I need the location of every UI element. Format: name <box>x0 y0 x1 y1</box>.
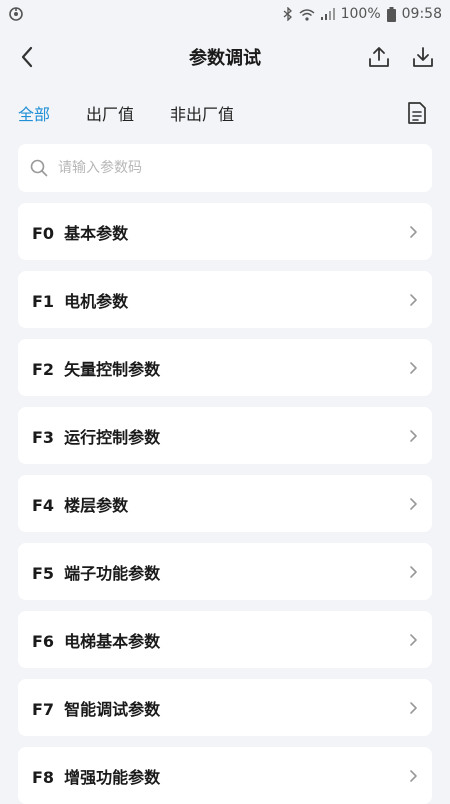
list-item-f3[interactable]: F3 运行控制参数 <box>18 407 432 464</box>
chevron-right-icon <box>409 769 418 783</box>
search-icon <box>30 159 48 177</box>
list-item-f0[interactable]: F0 基本参数 <box>18 203 432 260</box>
chevron-right-icon <box>409 225 418 239</box>
list-item-f2[interactable]: F2 矢量控制参数 <box>18 339 432 396</box>
list-item-f7[interactable]: F7 智能调试参数 <box>18 679 432 736</box>
download-icon[interactable] <box>410 44 436 70</box>
bluetooth-icon <box>283 7 293 21</box>
chevron-right-icon <box>409 293 418 307</box>
battery-icon <box>386 6 396 22</box>
list-item-label: F3 运行控制参数 <box>32 427 161 447</box>
app-header: 参数调试 <box>0 28 450 86</box>
battery-percent: 100% <box>340 6 381 22</box>
chevron-right-icon <box>409 497 418 511</box>
list-item-f1[interactable]: F1 电机参数 <box>18 271 432 328</box>
tab-all[interactable]: 全部 <box>18 101 50 125</box>
list-item-label: F8 增强功能参数 <box>32 767 161 787</box>
chevron-right-icon <box>409 633 418 647</box>
list-item-f5[interactable]: F5 端子功能参数 <box>18 543 432 600</box>
list-item-label: F6 电梯基本参数 <box>32 631 161 651</box>
upload-icon[interactable] <box>366 44 392 70</box>
sync-icon <box>8 6 24 22</box>
list-item-f6[interactable]: F6 电梯基本参数 <box>18 611 432 668</box>
status-bar: 100% 09:58 <box>0 0 450 28</box>
back-arrow-icon[interactable] <box>14 44 40 70</box>
tab-non-factory-value[interactable]: 非出厂值 <box>170 101 234 125</box>
chevron-right-icon <box>409 429 418 443</box>
document-icon[interactable] <box>404 100 430 126</box>
chevron-right-icon <box>409 701 418 715</box>
list-item-f8[interactable]: F8 增强功能参数 <box>18 747 432 804</box>
list-item-label: F2 矢量控制参数 <box>32 359 161 379</box>
clock: 09:58 <box>401 6 442 22</box>
list-item-label: F1 电机参数 <box>32 291 129 311</box>
parameter-group-list: F0 基本参数 F1 电机参数 F2 矢量控制参数 F3 运行控制参数 F4 楼层参数 F… <box>0 203 450 804</box>
chevron-right-icon <box>409 361 418 375</box>
list-item-label: F5 端子功能参数 <box>32 563 161 583</box>
search-input[interactable] <box>56 159 420 177</box>
signal-icon <box>320 8 335 20</box>
tab-factory-value[interactable]: 出厂值 <box>86 101 134 125</box>
list-item-label: F7 智能调试参数 <box>32 699 161 719</box>
search-box <box>18 144 432 192</box>
filter-tabs: 全部 出厂值 非出厂值 <box>0 86 450 140</box>
chevron-right-icon <box>409 565 418 579</box>
list-item-label: F0 基本参数 <box>32 223 129 243</box>
list-item-label: F4 楼层参数 <box>32 495 129 515</box>
wifi-icon <box>299 8 315 21</box>
list-item-f4[interactable]: F4 楼层参数 <box>18 475 432 532</box>
